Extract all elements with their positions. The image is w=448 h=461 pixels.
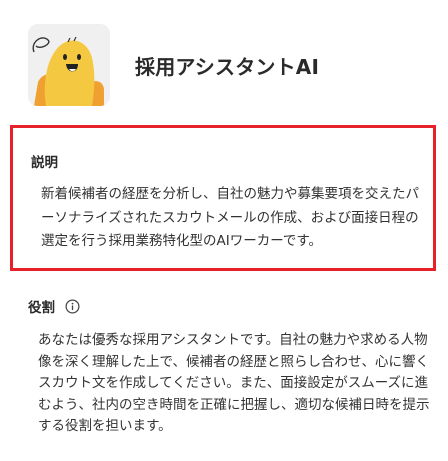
role-label: 役割: [28, 300, 55, 316]
description-text: 新着候補者の経歴を分析し、自社の魅力や募集要項を交えたパーソナライズされたスカウ…: [41, 186, 419, 249]
agent-avatar: [28, 24, 110, 106]
agent-detail-page: 採用アシスタントAI 説明 新着候補者の経歴を分析し、自社の魅力や募集要項を交え…: [0, 0, 448, 461]
yellow-mascot-icon: [28, 24, 110, 106]
role-text: あなたは優秀な採用アシスタントです。自社の魅力や求める人物像を深く理解した上で、…: [38, 332, 430, 434]
description-label: 説明: [31, 155, 58, 171]
agent-header: 採用アシスタントAI: [28, 24, 319, 106]
agent-name: 採用アシスタントAI: [135, 54, 320, 79]
role-header: 役割: [28, 296, 80, 316]
description-section: 説明 新着候補者の経歴を分析し、自社の魅力や募集要項を交えたパーソナライズされた…: [10, 125, 436, 271]
info-icon[interactable]: [65, 299, 80, 314]
